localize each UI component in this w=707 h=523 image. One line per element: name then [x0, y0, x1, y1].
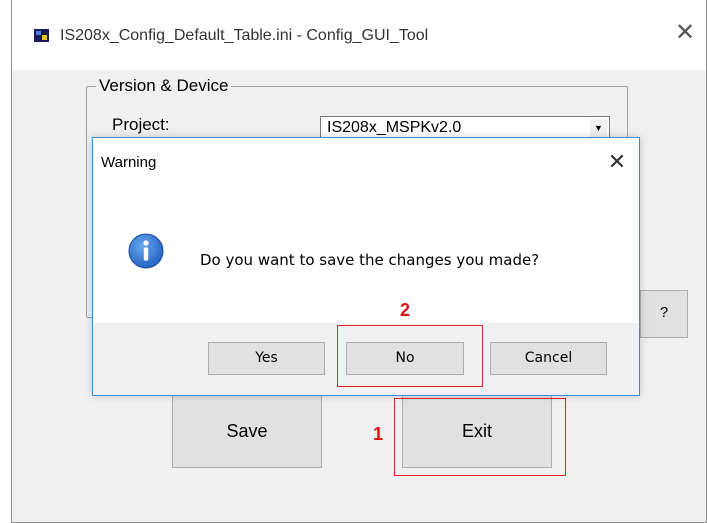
chevron-down-icon[interactable]: ▼ — [590, 119, 607, 137]
project-label: Project: — [112, 115, 170, 134]
dialog-body: Do you want to save the changes you made… — [93, 188, 639, 323]
window-title-bar: IS208x_Config_Default_Table.ini - Config… — [12, 0, 706, 70]
yes-button[interactable]: Yes — [208, 342, 325, 375]
dialog-message: Do you want to save the changes you made… — [200, 251, 540, 269]
exit-step-number: 1 — [373, 424, 384, 444]
dialog-title: Warning — [101, 154, 157, 171]
help-button[interactable]: ? — [640, 290, 688, 338]
dialog-title-bar: Warning ✕ — [93, 138, 639, 188]
no-step-number: 2 — [400, 300, 411, 320]
version-device-group-label: Version & Device — [96, 76, 232, 96]
cancel-button[interactable]: Cancel — [490, 342, 607, 375]
save-button[interactable]: Save — [172, 392, 322, 468]
app-icon — [34, 29, 49, 42]
exit-callout-box — [394, 398, 566, 476]
no-callout-box — [337, 325, 483, 387]
window-title: IS208x_Config_Default_Table.ini - Config… — [60, 27, 429, 44]
info-icon — [128, 233, 164, 269]
project-dropdown-value: IS208x_MSPKv2.0 — [327, 119, 462, 136]
window-close-button[interactable]: ✕ — [672, 20, 698, 46]
dialog-close-button[interactable]: ✕ — [603, 148, 631, 176]
